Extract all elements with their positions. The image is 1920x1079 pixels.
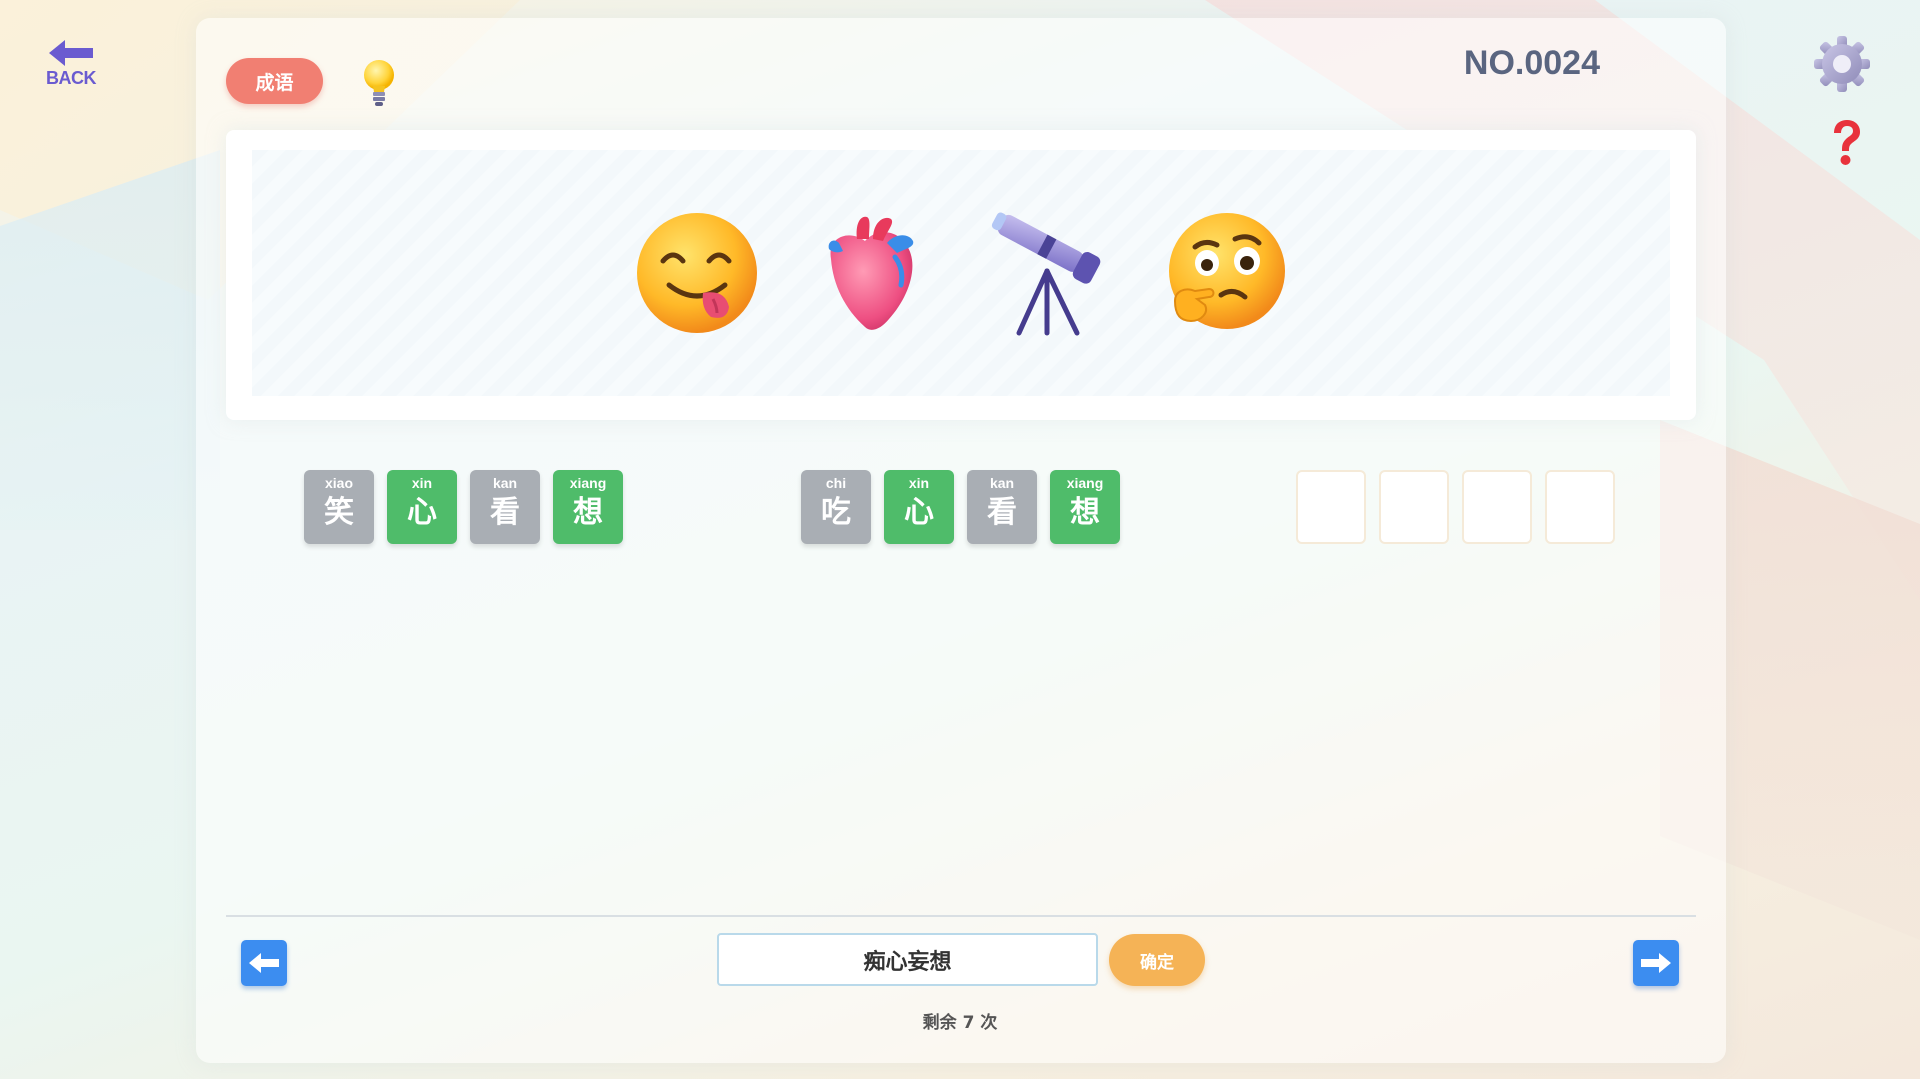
char-tile: xin 心 bbox=[387, 470, 457, 544]
guess-row-1: xiao 笑 xin 心 kan 看 xiang 想 bbox=[304, 470, 623, 544]
next-level-button[interactable] bbox=[1633, 940, 1679, 986]
guess-row-2: chi 吃 xin 心 kan 看 xiang 想 bbox=[801, 470, 1120, 544]
pinyin-label: kan bbox=[492, 475, 518, 491]
anatomical-heart-icon bbox=[828, 216, 914, 330]
back-label: BACK bbox=[46, 68, 97, 88]
remaining-attempts: 剩余 7 次 bbox=[922, 1013, 998, 1033]
previous-level-button[interactable] bbox=[241, 940, 287, 986]
hanzi-char: 想 bbox=[1070, 495, 1100, 530]
char-tile: kan 看 bbox=[470, 470, 540, 544]
confirm-button[interactable]: 确定 bbox=[1109, 934, 1205, 986]
telescope-icon bbox=[991, 212, 1101, 336]
char-tile: xiang 想 bbox=[1050, 470, 1120, 544]
gear-settings-icon[interactable] bbox=[1812, 34, 1872, 94]
hanzi-char: 吃 bbox=[821, 495, 851, 530]
hanzi-char: 看 bbox=[490, 495, 520, 530]
hanzi-char: 看 bbox=[987, 495, 1017, 530]
char-tile: chi 吃 bbox=[801, 470, 871, 544]
empty-guess-row bbox=[1296, 470, 1615, 544]
hanzi-char: 笑 bbox=[324, 495, 354, 530]
emoji-clue-card bbox=[226, 130, 1696, 420]
face-savoring-food-icon bbox=[637, 213, 757, 333]
char-tile: xiang 想 bbox=[553, 470, 623, 544]
empty-slot bbox=[1545, 470, 1615, 544]
back-button[interactable]: BACK bbox=[40, 38, 102, 96]
pinyin-label: kan bbox=[989, 475, 1015, 491]
arrow-left-icon bbox=[249, 953, 279, 973]
hanzi-char: 心 bbox=[407, 495, 437, 530]
empty-slot bbox=[1296, 470, 1366, 544]
lightbulb-hint-icon[interactable] bbox=[360, 58, 398, 110]
emoji-clue-area bbox=[252, 150, 1670, 396]
pinyin-label: chi bbox=[825, 475, 847, 491]
empty-slot bbox=[1462, 470, 1532, 544]
hanzi-char: 心 bbox=[904, 495, 934, 530]
level-number: NO.0024 bbox=[1463, 44, 1600, 82]
thinking-face-icon bbox=[1169, 213, 1285, 329]
hanzi-char: 想 bbox=[573, 495, 603, 530]
divider bbox=[226, 915, 1696, 917]
category-badge[interactable]: 成语 bbox=[226, 58, 323, 104]
pinyin-label: xiang bbox=[569, 475, 607, 491]
answer-input[interactable] bbox=[717, 933, 1098, 986]
back-arrow-icon bbox=[49, 40, 93, 66]
pinyin-label: xin bbox=[908, 475, 930, 491]
char-tile: kan 看 bbox=[967, 470, 1037, 544]
arrow-right-icon bbox=[1641, 953, 1671, 973]
char-tile: xiao 笑 bbox=[304, 470, 374, 544]
empty-slot bbox=[1379, 470, 1449, 544]
pinyin-label: xin bbox=[411, 475, 433, 491]
pinyin-label: xiang bbox=[1066, 475, 1104, 491]
question-help-icon[interactable] bbox=[1826, 118, 1866, 168]
char-tile: xin 心 bbox=[884, 470, 954, 544]
pinyin-label: xiao bbox=[324, 475, 353, 491]
